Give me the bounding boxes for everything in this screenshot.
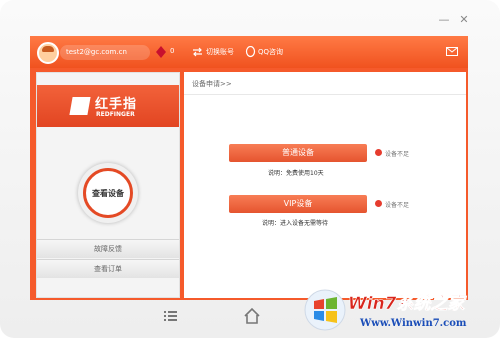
ruby-icon (156, 46, 166, 58)
logo-banner: 红手指 REDFINGER (37, 85, 179, 127)
mail-icon[interactable] (446, 47, 458, 56)
vip-device-status: 设备不足 (385, 202, 410, 209)
normal-device-description: 说明：免费使用10天 (268, 170, 324, 177)
watermark-url: Www.Winwin7.com (360, 318, 467, 329)
avatar[interactable] (37, 42, 59, 64)
logo-mark (69, 97, 91, 115)
divider (184, 94, 466, 95)
view-device-label: 查看设备 (83, 168, 133, 218)
menu-icon[interactable] (160, 306, 180, 326)
view-device-button[interactable]: 查看设备 (78, 163, 138, 223)
ruby-count: 0 (170, 47, 175, 55)
qq-consult-link[interactable]: QQ咨询 (258, 44, 283, 60)
home-icon[interactable] (242, 306, 262, 326)
main-panel: 设备申请>> 普通设备 设备不足 说明：免费使用10天 VIP设备 设备不足 说… (184, 72, 466, 298)
watermark-title: Win7系统之家 (348, 294, 468, 315)
windows-logo-icon (304, 289, 346, 331)
tablet-frame: — ✕ test2@gc.com.cn 0 切换账号 QQ咨询 红手指 REDF… (0, 0, 500, 338)
normal-device-status: 设备不足 (385, 151, 410, 158)
switch-account-link[interactable]: 切换账号 (206, 44, 234, 60)
qq-icon[interactable] (245, 46, 256, 58)
vip-device-description: 说明：进入设备无需等待 (262, 220, 329, 227)
watermark-title-text: Win7系统之家 (348, 294, 468, 314)
user-email[interactable]: test2@gc.com.cn (60, 45, 150, 60)
app-window: test2@gc.com.cn 0 切换账号 QQ咨询 红手指 REDFINGE… (30, 36, 468, 300)
breadcrumb: 设备申请>> (192, 80, 232, 88)
minimize-icon[interactable]: — (436, 14, 452, 26)
status-dot (375, 200, 382, 207)
vip-device-button[interactable]: VIP设备 (229, 195, 367, 213)
top-bar: test2@gc.com.cn 0 切换账号 QQ咨询 (30, 36, 468, 68)
sidebar: 红手指 REDFINGER 查看设备 故障反馈 查看订单 (36, 72, 180, 298)
view-orders-button[interactable]: 查看订单 (37, 259, 179, 278)
logo-text: 红手指 (95, 97, 138, 112)
logo-subtext: REDFINGER (96, 111, 135, 118)
switch-account-icon[interactable] (192, 47, 203, 57)
normal-device-button[interactable]: 普通设备 (229, 144, 367, 162)
feedback-button[interactable]: 故障反馈 (37, 239, 179, 258)
close-icon[interactable]: ✕ (456, 14, 472, 26)
status-dot (375, 149, 382, 156)
